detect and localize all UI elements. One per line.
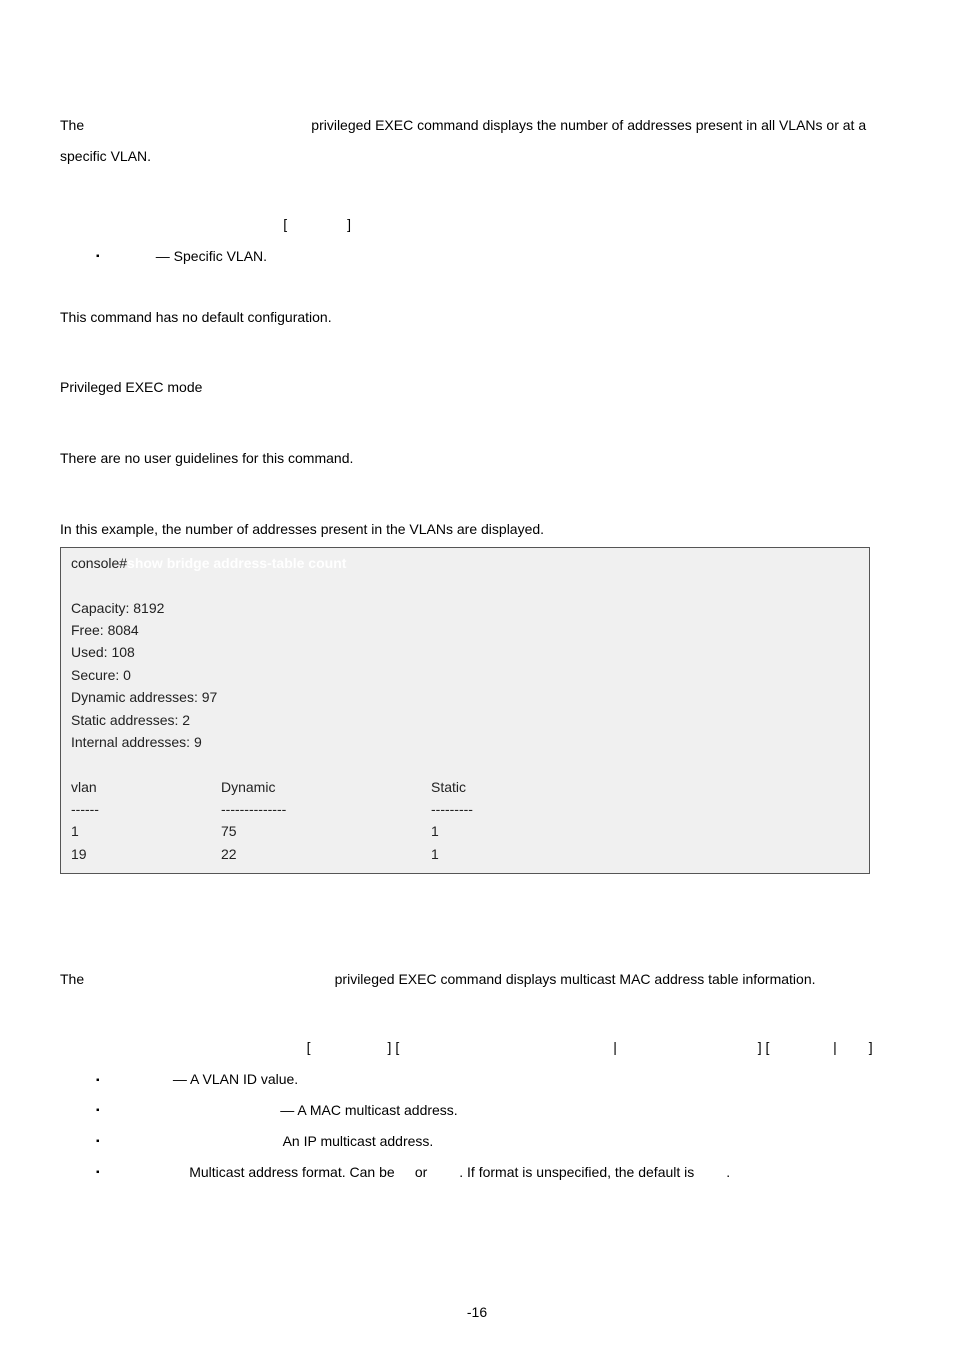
opt: ip — [817, 1039, 833, 1055]
cell: 75 — [221, 820, 431, 842]
s1-intro: The show bridge address-table count priv… — [60, 110, 894, 172]
page-number: -16 — [0, 1304, 954, 1320]
kw: vlan-id — [124, 1071, 173, 1087]
blank — [71, 753, 859, 775]
opt: ip — [399, 1164, 415, 1180]
col-static: Static — [431, 776, 466, 798]
console-prompt: console#show bridge address-table count — [71, 552, 859, 574]
sep: -------------- — [221, 798, 431, 820]
var: ip-multicast-address — [617, 1039, 758, 1055]
stat-line: Dynamic addresses: 97 — [71, 686, 859, 708]
cell: 22 — [221, 843, 431, 865]
list-item: format — Multicast address format. Can b… — [96, 1157, 894, 1188]
stat-line: Free: 8084 — [71, 619, 859, 641]
list-item: ip-multicast-address — An IP multicast a… — [96, 1126, 894, 1157]
page: The show bridge address-table count priv… — [0, 0, 954, 1350]
var: vlan — [319, 216, 347, 232]
bracket: ] — [347, 216, 351, 232]
text: — A MAC multicast address. — [280, 1102, 457, 1118]
s1-mode: Privileged EXEC mode — [60, 372, 894, 403]
list-item: mac-multicast-address — A MAC multicast … — [96, 1095, 894, 1126]
syntax-cmd: show bridge address-table count — [60, 216, 283, 232]
cmd: show bridge address-table count — [127, 555, 346, 571]
list-item: vlan-id — A VLAN ID value. — [96, 1064, 894, 1095]
bracket: ] — [869, 1039, 873, 1055]
text: — Specific VLAN. — [156, 248, 267, 264]
s1-default: This command has no default configuratio… — [60, 302, 894, 333]
cmd: show bridge multicast address-table — [60, 1039, 307, 1055]
text: . If format is unspecified, the default … — [459, 1164, 698, 1180]
kw: vlan — [311, 1039, 343, 1055]
cell: 1 — [71, 820, 221, 842]
prompt: console# — [71, 555, 127, 571]
cmd-name: show bridge address-table count — [88, 117, 311, 133]
col-dynamic: Dynamic — [221, 776, 431, 798]
bracket: ] — [758, 1039, 762, 1055]
kw: vlan — [124, 248, 156, 264]
example-output: console#show bridge address-table count … — [60, 547, 870, 874]
text: or — [415, 1164, 431, 1180]
kw: format — — [124, 1164, 189, 1180]
cell: 19 — [71, 843, 221, 865]
s2-syntax-list: vlan-id — A VLAN ID value. mac-multicast… — [96, 1064, 894, 1187]
opt: mac — [698, 1164, 726, 1180]
s1-guidelines: There are no user guidelines for this co… — [60, 443, 894, 474]
text: . — [726, 1164, 730, 1180]
kw: ip-multicast-address — — [124, 1133, 283, 1149]
cell: 1 — [431, 843, 439, 865]
s1-syntax: show bridge address-table count [vlan vl… — [60, 212, 894, 237]
var: mac-multicast-address — [457, 1039, 613, 1055]
opt: mac — [837, 1039, 869, 1055]
stat-line: Internal addresses: 9 — [71, 731, 859, 753]
kw: address — [399, 1039, 457, 1055]
sep: --------- — [431, 798, 473, 820]
table-row: 19221 — [71, 843, 859, 865]
stat-line: Secure: 0 — [71, 664, 859, 686]
s2-syntax: show bridge multicast address-table [vla… — [60, 1035, 894, 1060]
blank — [71, 574, 859, 596]
cmd-name: show bridge multicast address-table — [88, 971, 335, 987]
s1-example-intro: In this example, the number of addresses… — [60, 514, 894, 545]
table-row: 1751 — [71, 820, 859, 842]
kw: format — [769, 1039, 816, 1055]
table-sep: ----------------------------- — [71, 798, 859, 820]
var: vlan-id — [342, 1039, 387, 1055]
s2-intro: The show bridge multicast address-table … — [60, 964, 894, 995]
text: The — [60, 971, 88, 987]
list-item: vlan — Specific VLAN. — [96, 241, 894, 272]
text: An IP multicast address. — [283, 1133, 434, 1149]
kw: mac-multicast-address — [124, 1102, 280, 1118]
s1-syntax-list: vlan — Specific VLAN. — [96, 241, 894, 272]
opt: mac — [431, 1164, 459, 1180]
text: — A VLAN ID value. — [173, 1071, 298, 1087]
stat-line: Used: 108 — [71, 641, 859, 663]
cell: 1 — [431, 820, 439, 842]
text: privileged EXEC command displays multica… — [335, 971, 816, 987]
text: The — [60, 117, 88, 133]
stat-line: Capacity: 8192 — [71, 597, 859, 619]
kw: vlan — [287, 216, 319, 232]
stat-line: Static addresses: 2 — [71, 709, 859, 731]
text: Multicast address format. Can be — [189, 1164, 398, 1180]
col-vlan: vlan — [71, 776, 221, 798]
table-header: vlanDynamicStatic — [71, 776, 859, 798]
sep: ------ — [71, 798, 221, 820]
